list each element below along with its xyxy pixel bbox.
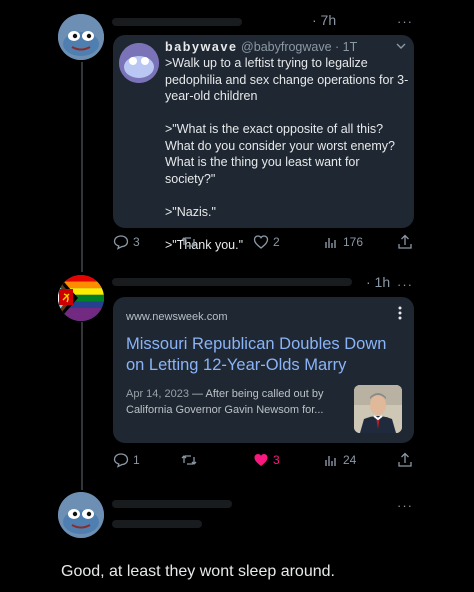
- heart-icon: [253, 235, 269, 249]
- reply-icon: [113, 453, 129, 468]
- retweet-icon: [181, 455, 197, 465]
- share-button[interactable]: [397, 234, 413, 250]
- reply-button[interactable]: 1: [113, 452, 140, 468]
- views-icon: [325, 456, 336, 466]
- views-icon: [325, 238, 336, 248]
- link-domain: www.newsweek.com: [126, 311, 228, 323]
- views-button[interactable]: 176: [323, 234, 363, 250]
- post-text: Good, at least they wont sleep around.: [61, 563, 335, 580]
- blurred-reply-context: [112, 520, 202, 528]
- avatar[interactable]: [58, 275, 104, 321]
- views-count: 176: [343, 235, 364, 249]
- share-button[interactable]: [397, 452, 413, 468]
- kebab-menu-icon[interactable]: [398, 306, 402, 325]
- thread-line: [81, 322, 83, 490]
- thread-line: [81, 62, 83, 272]
- views-button[interactable]: 24: [323, 452, 356, 468]
- retweet-button[interactable]: [181, 452, 197, 468]
- more-icon[interactable]: ···: [397, 14, 413, 29]
- avatar[interactable]: [58, 14, 104, 60]
- quote-display-name: babywave: [165, 40, 238, 54]
- link-date: Apr 14, 2023: [126, 388, 189, 400]
- reply-count: 1: [133, 453, 140, 467]
- blurred-username: [112, 500, 232, 508]
- link-preview-card[interactable]: www.newsweek.com Missouri Republican Dou…: [113, 297, 414, 443]
- post-time: · 7h: [312, 12, 337, 28]
- more-icon[interactable]: ···: [397, 498, 413, 513]
- avatar[interactable]: [58, 492, 104, 538]
- link-snippet: Apr 14, 2023 — After being called out by…: [126, 386, 346, 418]
- chevron-down-icon[interactable]: [396, 41, 406, 54]
- quote-paragraph: >"Nazis.": [165, 204, 216, 219]
- views-count: 24: [343, 453, 357, 467]
- action-bar: 3 2 176: [113, 234, 414, 256]
- retweet-button[interactable]: [181, 234, 197, 250]
- article-thumbnail: [354, 385, 402, 433]
- reply-count: 3: [133, 235, 140, 249]
- quote-header: babywave @babyfrogwave · 1T: [165, 40, 357, 54]
- quote-avatar: [119, 43, 159, 83]
- blurred-username: [112, 18, 242, 26]
- retweet-icon: [181, 237, 197, 247]
- like-count: 3: [273, 453, 280, 467]
- like-count: 2: [273, 235, 280, 249]
- quote-handle: @babyfrogwave · 1T: [241, 40, 358, 54]
- post-time: · 1h: [366, 274, 391, 290]
- share-icon: [398, 234, 412, 249]
- like-button[interactable]: 3: [253, 452, 280, 468]
- reply-icon: [113, 235, 129, 250]
- action-bar: 1 3 24: [113, 452, 414, 474]
- quote-paragraph: >"What is the exact opposite of all this…: [165, 122, 395, 186]
- quote-paragraph: >Walk up to a leftist trying to legalize…: [165, 56, 409, 103]
- share-icon: [398, 452, 412, 467]
- link-title[interactable]: Missouri Republican Doubles Down on Lett…: [126, 334, 406, 376]
- quoted-tweet[interactable]: babywave @babyfrogwave · 1T >Walk up to …: [113, 35, 414, 252]
- reply-button[interactable]: 3: [113, 234, 140, 250]
- like-button[interactable]: 2: [253, 234, 280, 250]
- blurred-username: [112, 278, 352, 286]
- more-icon[interactable]: ···: [397, 277, 413, 292]
- heart-filled-icon: [254, 454, 268, 466]
